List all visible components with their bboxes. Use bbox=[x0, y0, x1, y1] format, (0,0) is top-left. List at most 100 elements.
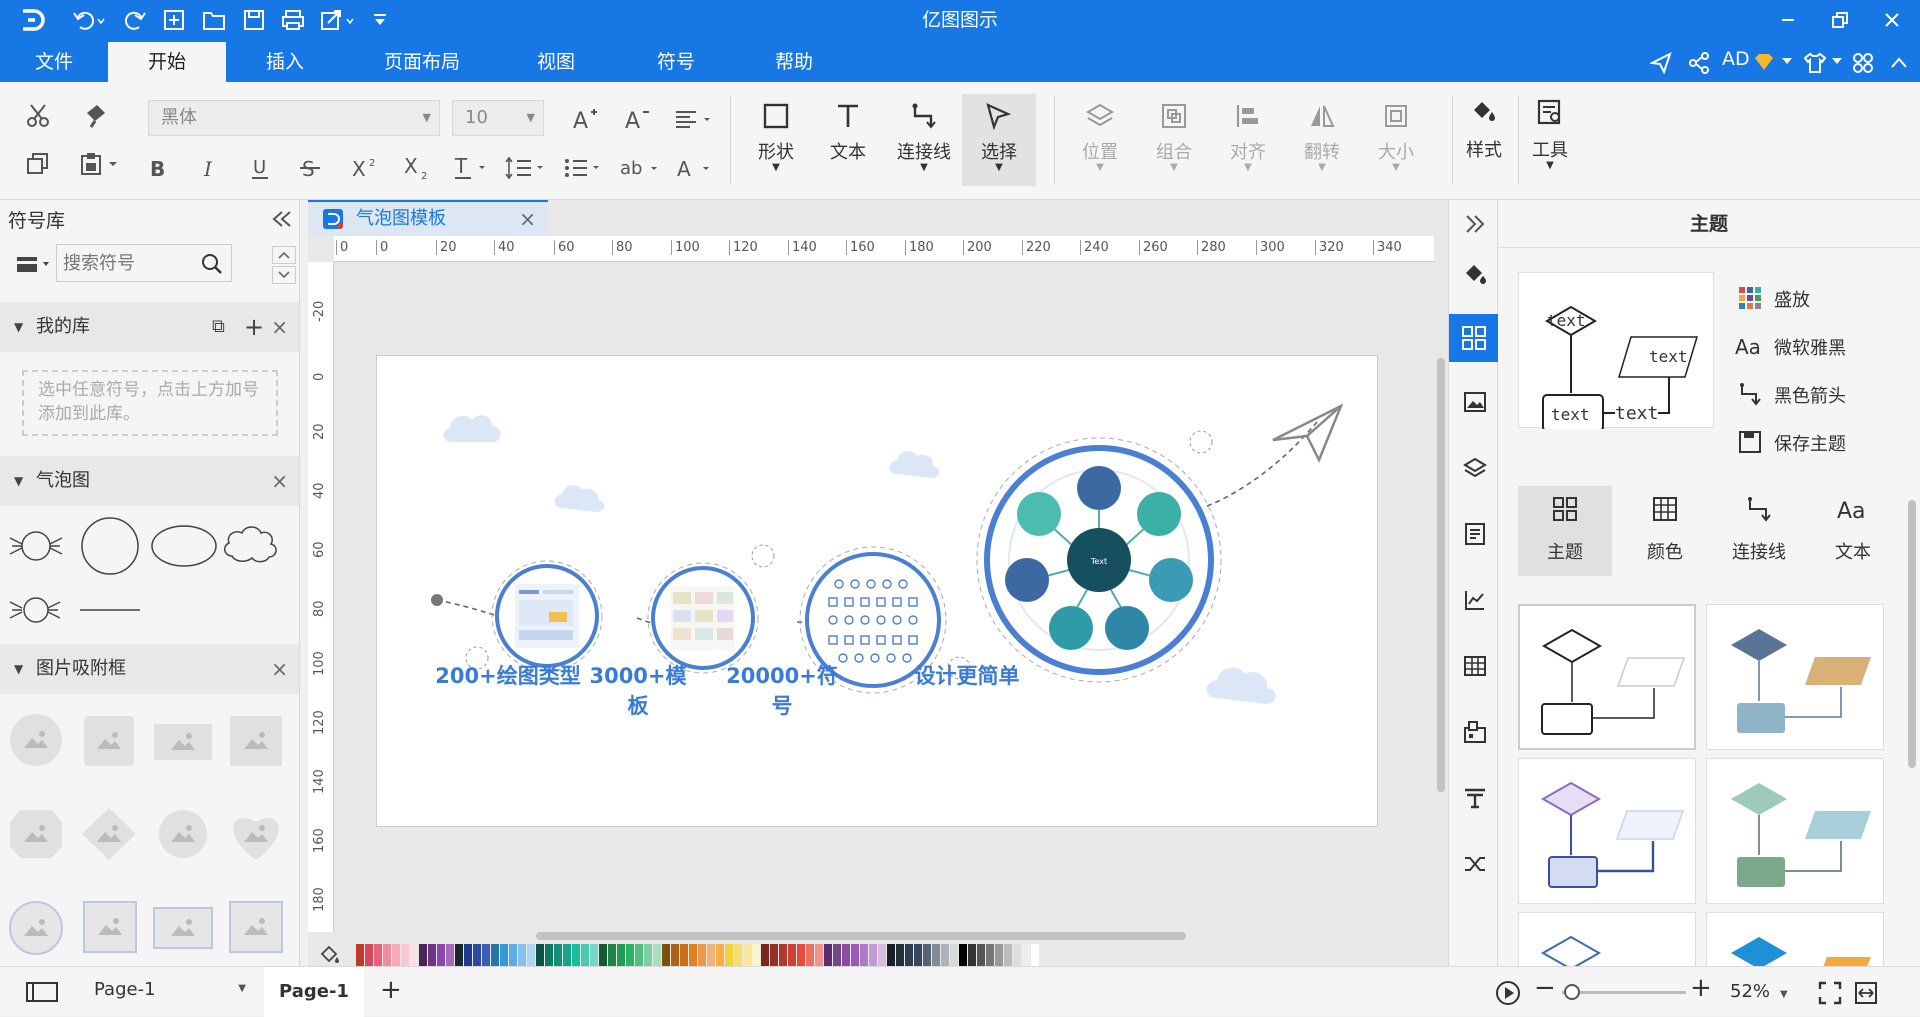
color-swatch[interactable] bbox=[491, 944, 499, 966]
theme-thumb-4[interactable] bbox=[1706, 758, 1884, 904]
theme-option-arrow[interactable]: 黑色箭头 bbox=[1734, 378, 1904, 410]
color-swatch[interactable] bbox=[707, 944, 715, 966]
color-swatch[interactable] bbox=[734, 944, 742, 966]
font-size-select[interactable]: 10 ▼ bbox=[452, 100, 544, 136]
color-swatch[interactable] bbox=[437, 944, 445, 966]
close-section-icon[interactable]: × bbox=[271, 456, 288, 506]
undo-icon[interactable] bbox=[70, 8, 110, 32]
vertical-scroll-thumb[interactable] bbox=[1437, 358, 1445, 792]
page-list-icon[interactable] bbox=[24, 979, 60, 1005]
color-swatch[interactable] bbox=[896, 944, 904, 966]
import-icon[interactable]: ⧉ bbox=[212, 302, 225, 352]
color-swatch[interactable] bbox=[878, 944, 886, 966]
image-frame-wide-blue[interactable] bbox=[153, 907, 213, 949]
color-swatch[interactable] bbox=[392, 944, 400, 966]
color-swatch[interactable] bbox=[851, 944, 859, 966]
cut-icon[interactable] bbox=[22, 100, 54, 132]
color-swatch[interactable] bbox=[887, 944, 895, 966]
circle-shape[interactable] bbox=[81, 517, 139, 575]
theme-tab-theme[interactable]: 主题 bbox=[1518, 486, 1612, 576]
quick-access-dropdown-icon[interactable] bbox=[368, 8, 392, 32]
color-swatch[interactable] bbox=[1022, 944, 1030, 966]
flip-button[interactable]: 翻转 ▼ bbox=[1294, 90, 1350, 188]
color-swatch[interactable] bbox=[599, 944, 607, 966]
color-swatch[interactable] bbox=[617, 944, 625, 966]
shape-tool[interactable]: 形状 ▼ bbox=[748, 90, 804, 188]
tools-button[interactable]: 工具 ▼ bbox=[1522, 90, 1578, 188]
color-swatch[interactable] bbox=[509, 944, 517, 966]
font-color-icon[interactable]: A bbox=[674, 154, 718, 182]
ellipse-shape[interactable] bbox=[151, 525, 217, 567]
color-swatch[interactable] bbox=[473, 944, 481, 966]
theme-thumb-5[interactable] bbox=[1518, 912, 1696, 971]
theme-thumb-6[interactable] bbox=[1706, 912, 1884, 969]
play-icon[interactable] bbox=[1494, 979, 1522, 1007]
zoom-slider[interactable] bbox=[1562, 984, 1686, 1000]
zoom-slider-handle[interactable] bbox=[1564, 984, 1580, 1000]
image-frame-square-blue-2[interactable] bbox=[229, 901, 283, 953]
send-icon[interactable] bbox=[1648, 50, 1674, 76]
theme-thumb-1[interactable] bbox=[1518, 604, 1696, 750]
color-swatch[interactable] bbox=[518, 944, 526, 966]
color-swatch[interactable] bbox=[995, 944, 1003, 966]
color-swatch[interactable] bbox=[824, 944, 832, 966]
color-swatch[interactable] bbox=[959, 944, 967, 966]
color-swatch[interactable] bbox=[383, 944, 391, 966]
color-swatch[interactable] bbox=[689, 944, 697, 966]
image-icon[interactable] bbox=[1461, 388, 1489, 416]
bubble-burst-shape[interactable] bbox=[9, 531, 63, 561]
color-swatch[interactable] bbox=[725, 944, 733, 966]
size-button[interactable]: 大小 ▼ bbox=[1368, 90, 1424, 188]
fill-bucket-icon[interactable] bbox=[316, 944, 344, 966]
color-swatch[interactable] bbox=[779, 944, 787, 966]
color-swatch[interactable] bbox=[806, 944, 814, 966]
new-file-icon[interactable] bbox=[162, 8, 186, 32]
add-icon[interactable]: + bbox=[244, 302, 264, 352]
page-selector[interactable]: Page-1 ▼ bbox=[94, 979, 250, 1005]
theme-panel-icon[interactable] bbox=[1449, 314, 1499, 362]
restore-icon[interactable] bbox=[1828, 8, 1852, 32]
fullscreen-icon[interactable] bbox=[1816, 979, 1844, 1007]
tab-help[interactable]: 帮助 bbox=[754, 42, 834, 82]
add-page-icon[interactable]: + bbox=[380, 975, 402, 1005]
group-button[interactable]: 组合 ▼ bbox=[1146, 90, 1202, 188]
color-swatch[interactable] bbox=[716, 944, 724, 966]
color-swatch[interactable] bbox=[626, 944, 634, 966]
close-section-icon[interactable]: × bbox=[271, 302, 288, 352]
image-frame-heart[interactable] bbox=[233, 818, 279, 860]
color-swatch[interactable] bbox=[977, 944, 985, 966]
subscript-icon[interactable]: X2 bbox=[402, 154, 432, 182]
theme-thumb-3[interactable] bbox=[1518, 758, 1696, 904]
color-swatch[interactable] bbox=[698, 944, 706, 966]
theme-thumb-2[interactable] bbox=[1706, 604, 1884, 750]
table-icon[interactable] bbox=[1461, 652, 1489, 680]
text-style-icon[interactable]: T bbox=[452, 154, 494, 182]
underline-icon[interactable]: U bbox=[248, 154, 272, 182]
color-swatch[interactable] bbox=[455, 944, 463, 966]
color-swatch[interactable] bbox=[860, 944, 868, 966]
cloud-shape[interactable] bbox=[224, 526, 277, 563]
decrease-font-icon[interactable]: A bbox=[622, 104, 652, 134]
theme-option-bloom[interactable]: 盛放 bbox=[1734, 282, 1904, 314]
color-swatch[interactable] bbox=[968, 944, 976, 966]
color-swatch[interactable] bbox=[374, 944, 382, 966]
save-icon[interactable] bbox=[242, 8, 266, 32]
app-logo-icon[interactable] bbox=[18, 6, 46, 34]
skin-icon[interactable] bbox=[1802, 50, 1828, 76]
page-tab-active[interactable]: Page-1 bbox=[264, 967, 364, 1017]
color-swatch[interactable] bbox=[500, 944, 508, 966]
color-swatch[interactable] bbox=[986, 944, 994, 966]
color-swatch[interactable] bbox=[914, 944, 922, 966]
tab-view[interactable]: 视图 bbox=[516, 42, 596, 82]
color-swatch[interactable] bbox=[833, 944, 841, 966]
scroll-down-icon[interactable] bbox=[272, 266, 296, 284]
image-frame-badge[interactable] bbox=[159, 810, 207, 858]
text-tool[interactable]: 文本 bbox=[820, 90, 876, 188]
open-folder-icon[interactable] bbox=[202, 8, 226, 32]
color-swatch[interactable] bbox=[581, 944, 589, 966]
select-tool[interactable]: 选择 ▼ bbox=[962, 94, 1036, 186]
image-frame-square[interactable] bbox=[230, 716, 282, 766]
horizontal-scroll-thumb[interactable] bbox=[536, 932, 1186, 940]
color-swatch[interactable] bbox=[644, 944, 652, 966]
color-swatch[interactable] bbox=[905, 944, 913, 966]
